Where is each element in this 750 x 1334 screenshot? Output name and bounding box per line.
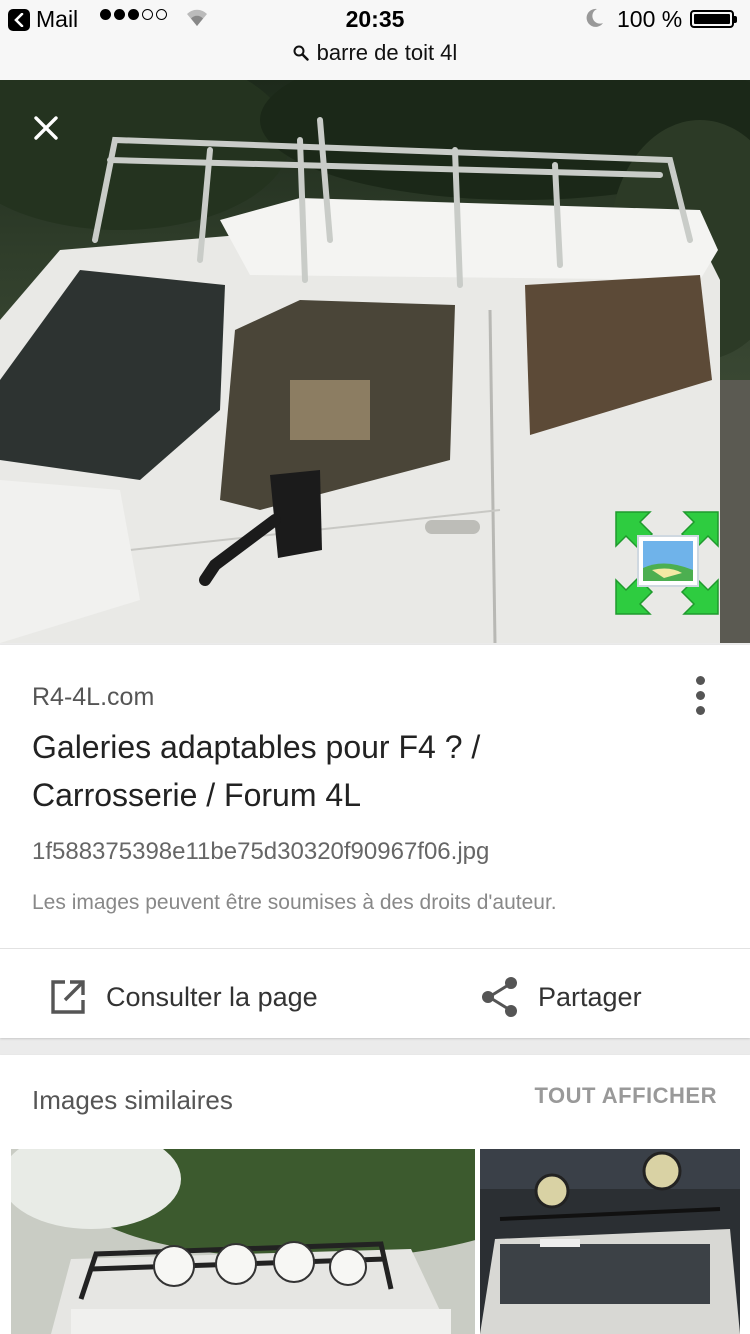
view-all-button[interactable]: TOUT AFFICHER [535, 1083, 718, 1109]
visit-page-button[interactable]: Consulter la page [48, 969, 318, 1025]
result-title[interactable]: Galeries adaptables pour F4 ? / Carrosse… [32, 723, 652, 819]
similar-images-section: Images similaires TOUT AFFICHER [0, 1055, 750, 1334]
close-icon[interactable] [26, 108, 66, 148]
url-bar-query: barre de toit 4l [316, 40, 458, 65]
similar-images-heading: Images similaires [32, 1085, 233, 1115]
search-icon [293, 45, 309, 61]
open-external-icon [51, 980, 85, 1014]
similar-image-thumbnail[interactable] [11, 1149, 475, 1334]
preview-image[interactable] [0, 80, 750, 643]
card-divider [0, 948, 750, 949]
visit-page-label: Consulter la page [106, 981, 318, 1012]
share-button[interactable]: Partager [480, 969, 642, 1025]
result-card: R4-4L.com Galeries adaptables pour F4 ? … [0, 645, 750, 1038]
status-bar: Mail 20:35 100 % barre de toit 4l [0, 0, 750, 81]
source-domain[interactable]: R4-4L.com [32, 683, 154, 712]
similar-image-thumbnail[interactable] [480, 1149, 740, 1334]
do-not-disturb-icon [586, 8, 603, 27]
share-label: Partager [538, 981, 642, 1012]
battery-percentage: 100 % [617, 6, 683, 32]
more-options-icon[interactable] [684, 671, 716, 719]
share-icon [482, 977, 517, 1017]
image-filename: 1f588375398e11be75d30320f90967f06.jpg [32, 838, 490, 865]
battery-icon [690, 10, 737, 28]
url-bar[interactable]: barre de toit 4l [0, 40, 750, 66]
copyright-notice: Les images peuvent être soumises à des d… [32, 891, 557, 914]
expand-image-icon[interactable] [612, 508, 722, 618]
